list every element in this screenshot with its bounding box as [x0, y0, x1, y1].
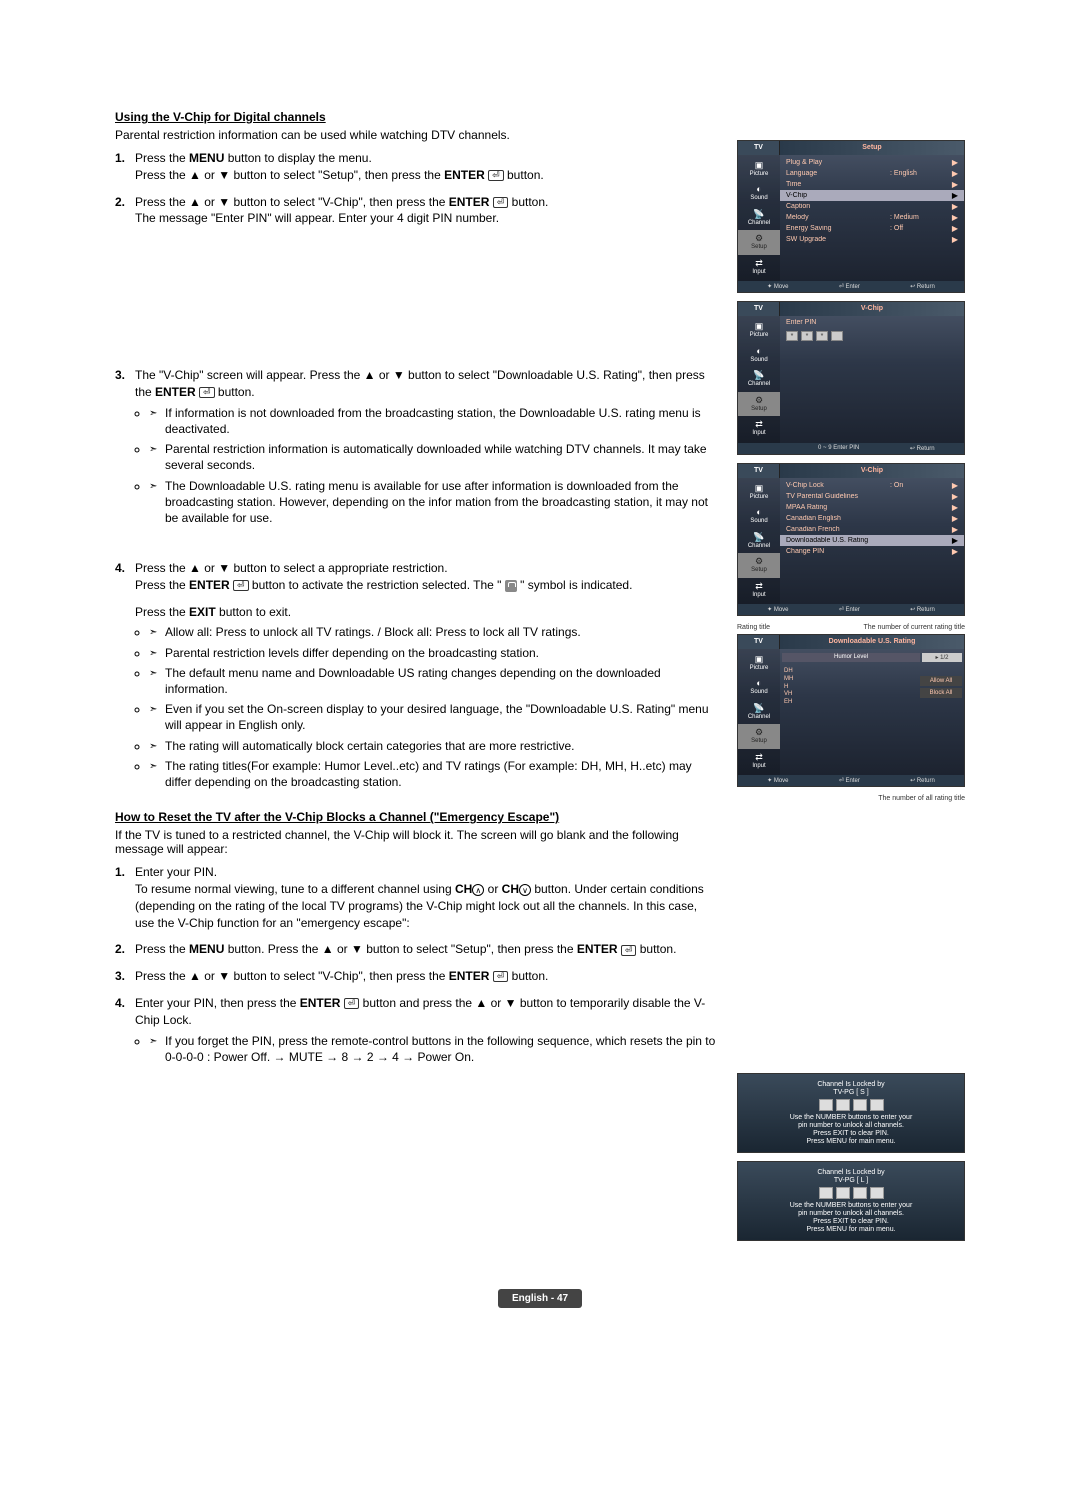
allow-all: Allow All	[920, 676, 962, 686]
osd-tv-label: TV	[738, 141, 780, 155]
row-vchip: V-Chip▶	[780, 190, 964, 201]
step4-sub6: The rating titles(For example: Humor Lev…	[149, 758, 717, 790]
step4-sub1: Allow all: Press to unlock all TV rating…	[149, 624, 717, 640]
step3-line1: The "V-Chip" screen will appear. Press t…	[135, 368, 705, 399]
step4-sub4: Even if you set the On-screen display to…	[149, 701, 717, 733]
step-1: 1. Press the MENU button to display the …	[115, 150, 717, 184]
osd-title-setup: Setup	[780, 141, 964, 155]
rating-levels: DH MH H VH EH	[780, 662, 920, 773]
rating-label-bottom: The number of all rating title	[737, 795, 965, 803]
s2-step4-sublist: If you forget the PIN, press the remote-…	[135, 1033, 717, 1065]
rating-labels-top: Rating title The number of current ratin…	[737, 624, 965, 632]
locked-box-s: Channel Is Locked by TV-PG [ S ] Use the…	[737, 1073, 965, 1153]
s2-step1b: To resume normal viewing, tune to a diff…	[135, 882, 704, 930]
step-4: 4. Press the ▲ or ▼ button to select a a…	[115, 560, 717, 790]
enter-icon: ⏎	[199, 387, 215, 398]
nav-input: ⇄Input	[738, 255, 780, 279]
step4-line1: Press the ▲ or ▼ button to select a appr…	[135, 561, 448, 575]
step3-sub1: If information is not downloaded from th…	[149, 405, 717, 437]
row-downloadable: Downloadable U.S. Rating▶	[780, 535, 964, 546]
step1-line1: Press the MENU button to display the men…	[135, 151, 372, 165]
section1-heading: Using the V-Chip for Digital channels	[115, 110, 717, 124]
step-2: 2. Press the ▲ or ▼ button to select "V-…	[115, 194, 717, 358]
step-3: 3. The "V-Chip" screen will appear. Pres…	[115, 367, 717, 550]
section1-steps: 1. Press the MENU button to display the …	[115, 150, 717, 790]
nav-picture: ▣Picture	[738, 157, 780, 181]
step4-sub3: The default menu name and Downloadable U…	[149, 665, 717, 697]
step4-sublist: Allow all: Press to unlock all TV rating…	[135, 624, 717, 790]
enter-icon: ⏎	[493, 971, 509, 982]
step3-sublist: If information is not downloaded from th…	[135, 405, 717, 526]
locked-box-l: Channel Is Locked by TV-PG [ L ] Use the…	[737, 1161, 965, 1241]
s2-step4-sub1: If you forget the PIN, press the remote-…	[149, 1033, 717, 1065]
section1-intro: Parental restriction information can be …	[115, 128, 717, 142]
step4-sub2: Parental restriction levels differ depen…	[149, 645, 717, 661]
enter-icon: ⏎	[493, 197, 509, 208]
osd-downloadable-rating: TVDownloadable U.S. Rating ▣Picture ◐Sou…	[737, 634, 965, 787]
enter-icon: ⏎	[344, 998, 360, 1009]
enter-icon: ⏎	[488, 170, 504, 181]
section2-heading: How to Reset the TV after the V-Chip Blo…	[115, 810, 717, 824]
nav-sound: ◐Sound	[738, 181, 780, 205]
lock-icon	[505, 580, 517, 592]
step4-line2: Press the ENTER ⏎ button to activate the…	[135, 578, 632, 592]
enter-icon: ⏎	[621, 945, 637, 956]
s2-step3: 3. Press the ▲ or ▼ button to select "V-…	[115, 968, 717, 985]
section2-intro: If the TV is tuned to a restricted chann…	[115, 828, 717, 856]
step3-sub3: The Downloadable U.S. rating menu is ava…	[149, 478, 717, 527]
step2-line1: Press the ▲ or ▼ button to select "V-Chi…	[135, 195, 548, 209]
osd-nav: ▣Picture ◐Sound 📡Channel ⚙Setup ⇄Input	[738, 155, 780, 281]
ch-up-icon: ∧	[472, 884, 484, 896]
s2-step1: 1. Enter your PIN. To resume normal view…	[115, 864, 717, 931]
section2-steps: 1. Enter your PIN. To resume normal view…	[115, 864, 717, 1065]
s2-step2: 2. Press the MENU button. Press the ▲ or…	[115, 941, 717, 958]
step1-line2: Press the ▲ or ▼ button to select "Setup…	[135, 168, 544, 182]
osd-enter-pin: TVV-Chip ▣Picture ◐Sound 📡Channel ⚙Setup…	[737, 301, 965, 454]
step3-sub2: Parental restriction information is auto…	[149, 441, 717, 473]
step2-line2: The message "Enter PIN" will appear. Ent…	[135, 211, 499, 225]
enter-icon: ⏎	[233, 580, 249, 591]
osd-setup: TVSetup ▣Picture ◐Sound 📡Channel ⚙Setup …	[737, 140, 965, 293]
osd-vchip: TVV-Chip ▣Picture ◐Sound 📡Channel ⚙Setup…	[737, 463, 965, 616]
s2-step4: 4. Enter your PIN, then press the ENTER …	[115, 995, 717, 1065]
block-all: Block All	[920, 688, 962, 698]
nav-setup: ⚙Setup	[738, 230, 780, 254]
pin-boxes: ***	[780, 327, 964, 345]
nav-channel: 📡Channel	[738, 206, 780, 230]
page-footer: English - 47	[115, 1289, 965, 1308]
step4-exit: Press the EXIT button to exit.	[135, 604, 717, 621]
ch-down-icon: ∨	[519, 884, 531, 896]
step4-sub5: The rating will automatically block cert…	[149, 738, 717, 754]
